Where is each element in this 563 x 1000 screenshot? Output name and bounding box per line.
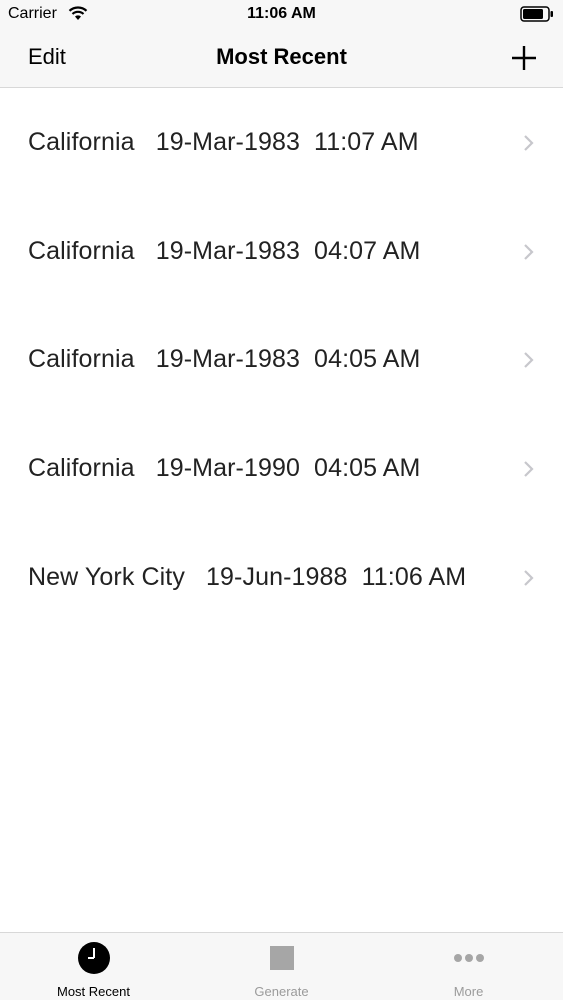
screen: Carrier 11:06 AM Edit Most Recent Califo… — [0, 0, 563, 1000]
status-bar: Carrier 11:06 AM — [0, 0, 563, 30]
list-item-label: New York City 19-Jun-1988 11:06 AM — [28, 562, 467, 591]
tab-more[interactable]: More — [375, 933, 562, 1000]
tab-most-recent[interactable]: Most Recent — [0, 933, 187, 1000]
recent-list: California 19-Mar-1983 11:07 AM Californ… — [0, 88, 563, 631]
battery-icon — [520, 6, 553, 22]
chevron-right-icon — [524, 569, 534, 586]
chevron-right-icon — [524, 135, 534, 151]
list-item[interactable]: New York City 19-Jun-1988 11:06 AM — [0, 523, 563, 632]
list-item-label: California 19-Mar-1983 04:07 AM — [28, 236, 421, 265]
chevron-right-icon — [524, 352, 534, 369]
list-item[interactable]: California 19-Mar-1983 04:05 AM — [0, 305, 563, 414]
tab-label: Generate — [254, 984, 309, 999]
list-item[interactable]: California 19-Mar-1983 04:07 AM — [0, 197, 563, 306]
status-time: 11:06 AM — [247, 5, 316, 22]
page-title: Most Recent — [216, 44, 347, 69]
list-item-label: California 19-Mar-1990 04:05 AM — [28, 454, 421, 483]
tab-label: More — [453, 984, 484, 999]
list-item-label: California 19-Mar-1983 11:07 AM — [28, 128, 419, 156]
navigation-bar: Edit Most Recent — [0, 30, 563, 88]
list-item[interactable]: California 19-Mar-1983 11:07 AM — [0, 88, 563, 197]
square-icon — [270, 946, 294, 970]
tab-bar: Most Recent Generate More — [0, 932, 563, 1000]
tab-label: Most Recent — [57, 984, 130, 999]
list-item-label: California 19-Mar-1983 04:05 AM — [28, 345, 421, 374]
more-dots-icon — [454, 954, 484, 962]
chevron-right-icon — [524, 461, 534, 477]
tab-generate[interactable]: Generate — [188, 933, 375, 1000]
list-item[interactable]: California 19-Mar-1990 04:05 AM — [0, 414, 563, 523]
clock-icon — [78, 942, 110, 974]
plus-icon[interactable] — [508, 42, 540, 74]
chevron-right-icon — [524, 243, 534, 260]
